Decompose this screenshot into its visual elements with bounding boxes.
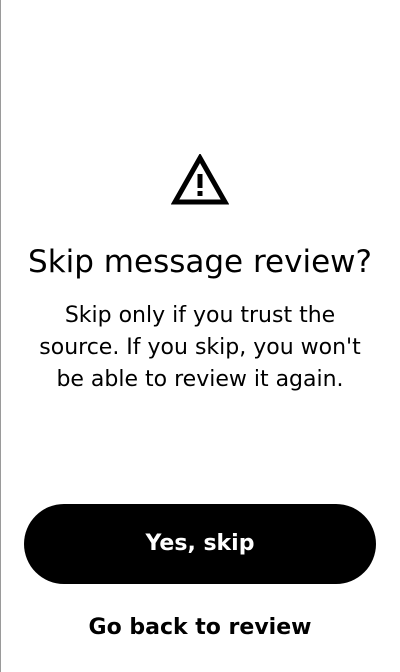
dialog-message-line: Skip only if you trust the: [64, 303, 336, 328]
dialog-title: Skip message review?: [28, 244, 372, 280]
yes-skip-button[interactable]: Yes, skip: [24, 504, 376, 584]
dialog-message: Skip only if you trust the source. If yo…: [24, 300, 376, 396]
warning-icon: [171, 154, 229, 206]
dialog-message-line: be able to review it again.: [56, 367, 344, 392]
skip-review-dialog: Skip message review? Skip only if you tr…: [0, 0, 400, 672]
dialog-message-line: source. If you skip, you won't: [39, 335, 361, 360]
go-back-to-review-button-label: Go back to review: [88, 615, 312, 640]
yes-skip-button-label: Yes, skip: [145, 531, 255, 556]
go-back-to-review-button[interactable]: Go back to review: [24, 608, 376, 648]
